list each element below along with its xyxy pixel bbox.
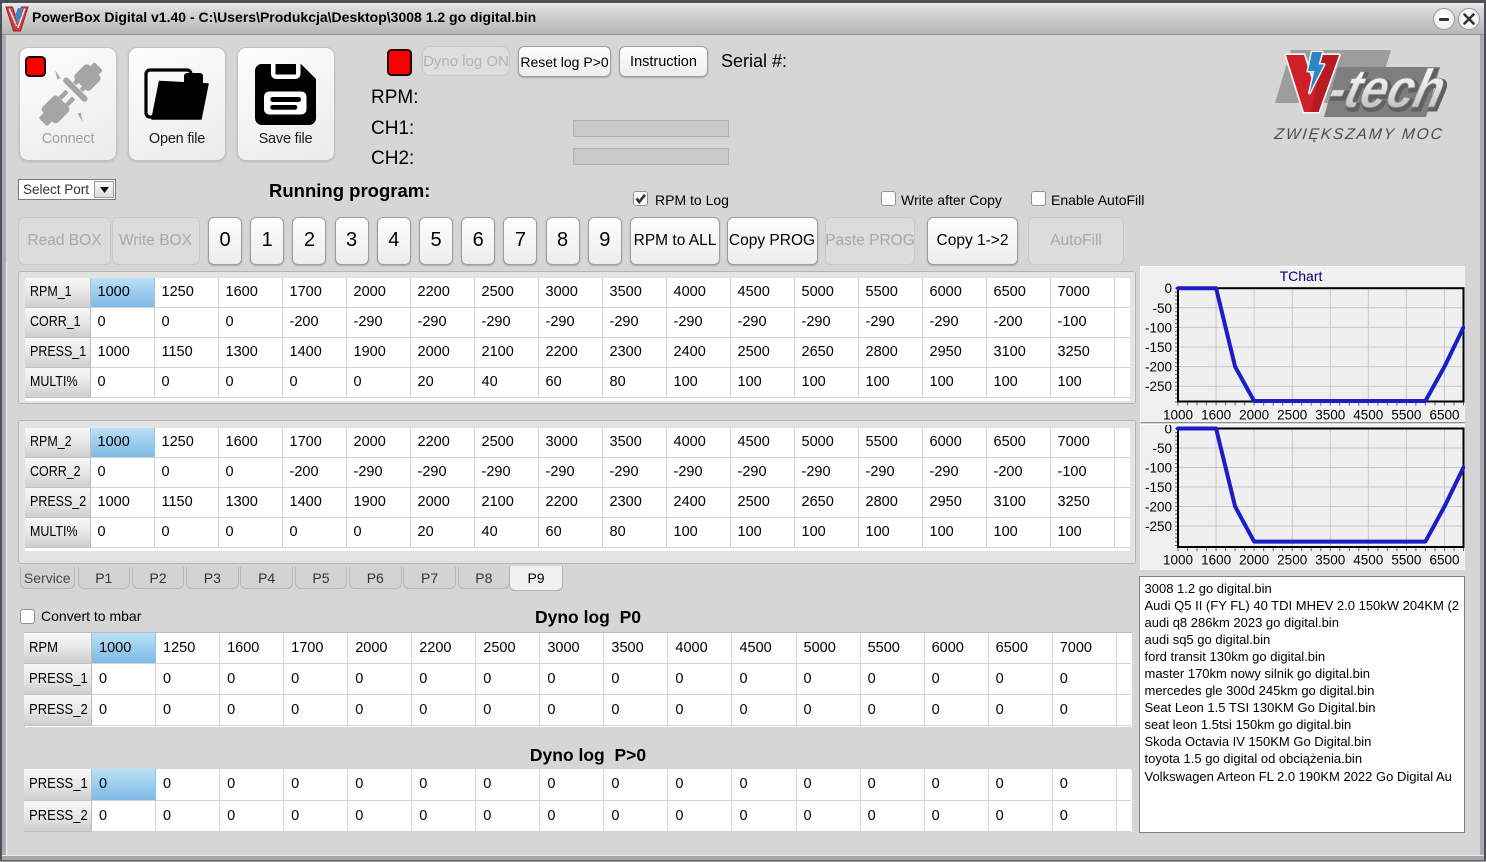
svg-text:-200: -200: [1144, 499, 1171, 514]
svg-text:0: 0: [1164, 425, 1172, 437]
svg-text:6500: 6500: [1429, 407, 1459, 422]
svg-text:6500: 6500: [1429, 552, 1459, 567]
svg-text:3500: 3500: [1315, 407, 1345, 422]
svg-text:ZWIĘKSZAMY MOC: ZWIĘKSZAMY MOC: [1273, 126, 1445, 143]
svg-text:-150: -150: [1144, 340, 1171, 355]
svg-text:5500: 5500: [1391, 552, 1421, 567]
svg-text:-150: -150: [1144, 480, 1171, 495]
svg-text:-100: -100: [1144, 460, 1171, 475]
svg-text:-tech: -tech: [1323, 58, 1452, 119]
svg-text:1000: 1000: [1162, 552, 1192, 567]
svg-text:1000: 1000: [1162, 407, 1192, 422]
svg-text:1600: 1600: [1201, 407, 1231, 422]
svg-text:2000: 2000: [1239, 552, 1269, 567]
svg-text:3500: 3500: [1315, 552, 1345, 567]
svg-text:2000: 2000: [1239, 407, 1269, 422]
svg-text:-250: -250: [1144, 379, 1171, 394]
svg-text:2500: 2500: [1277, 552, 1307, 567]
svg-text:-250: -250: [1144, 519, 1171, 534]
svg-text:-100: -100: [1144, 320, 1171, 335]
svg-text:1600: 1600: [1201, 552, 1231, 567]
svg-text:2500: 2500: [1277, 407, 1307, 422]
svg-text:TChart: TChart: [1279, 268, 1322, 284]
svg-text:4500: 4500: [1353, 552, 1383, 567]
svg-text:0: 0: [1164, 281, 1172, 296]
svg-text:-50: -50: [1152, 300, 1172, 315]
svg-text:4500: 4500: [1353, 407, 1383, 422]
svg-text:5500: 5500: [1391, 407, 1421, 422]
svg-text:-200: -200: [1144, 359, 1171, 374]
svg-text:-50: -50: [1152, 441, 1172, 456]
